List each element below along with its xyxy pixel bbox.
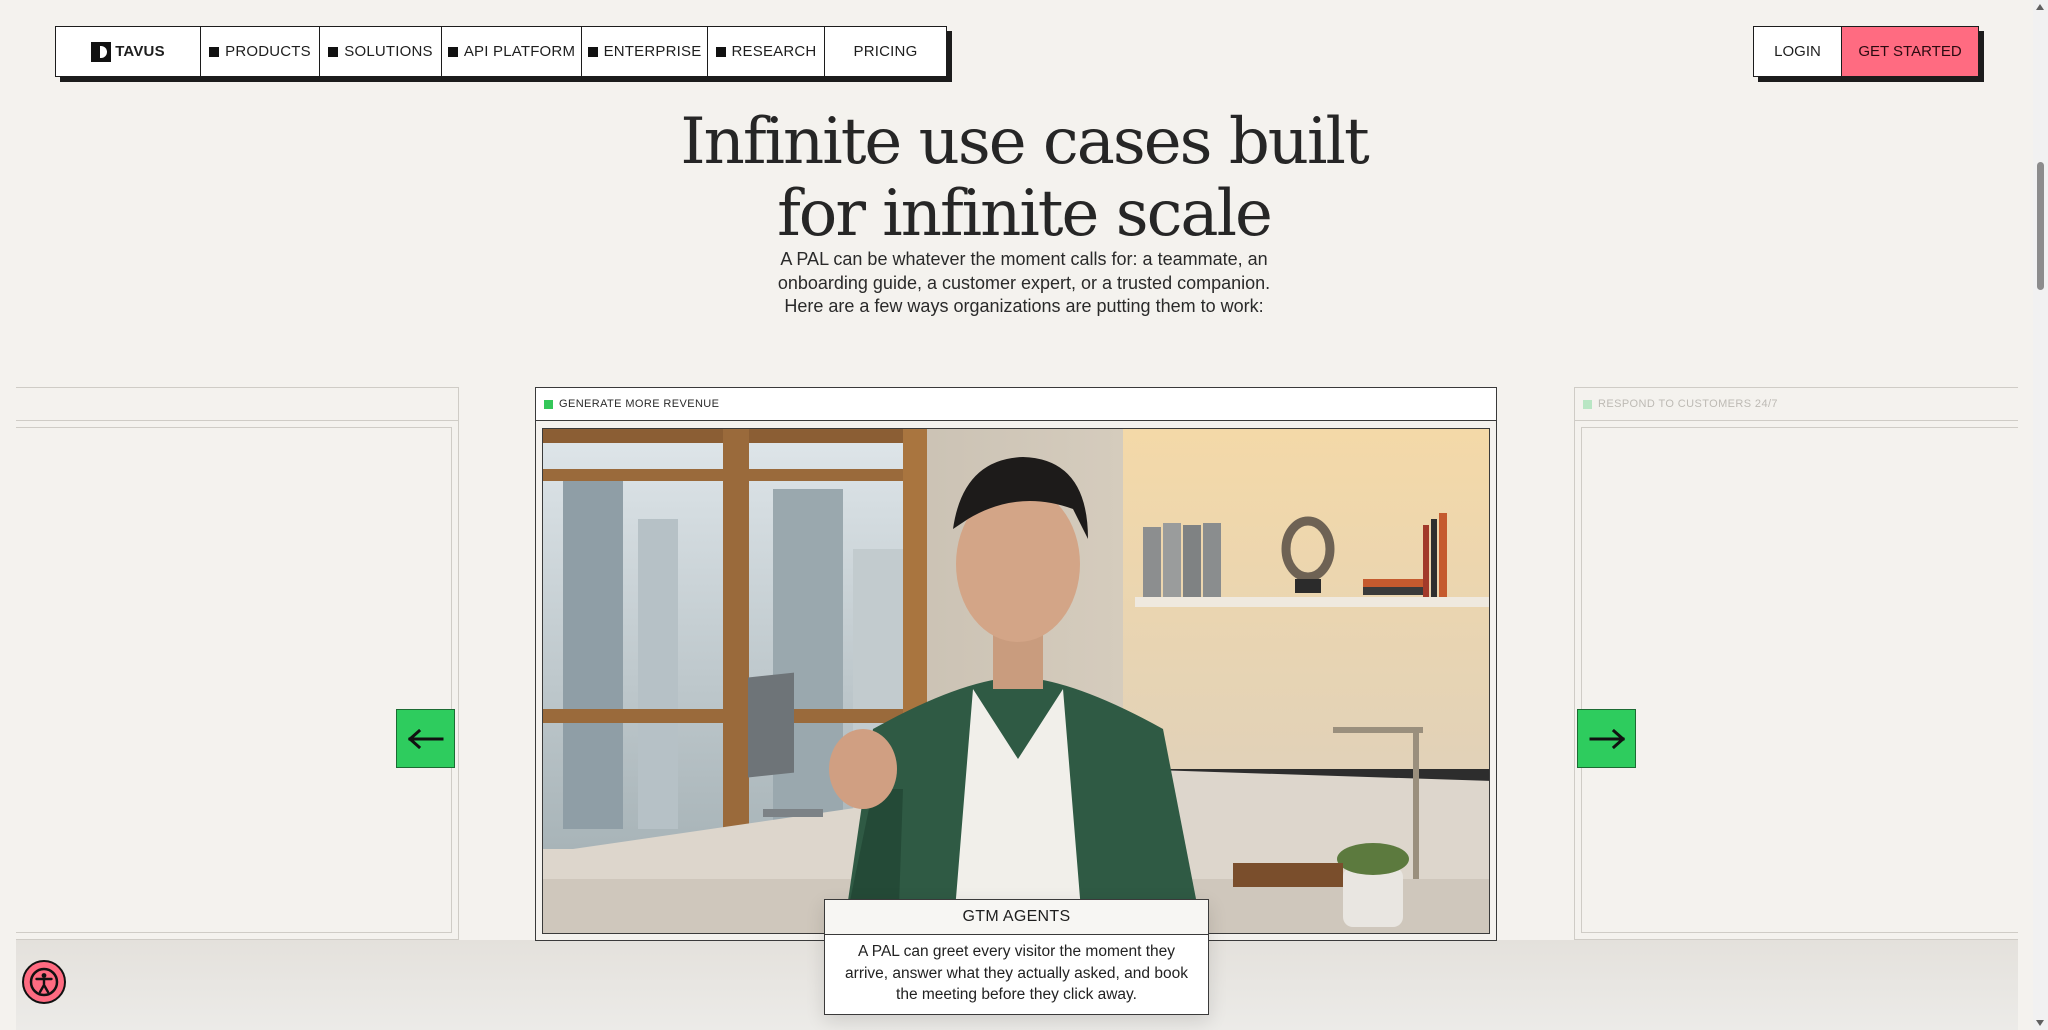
nav-item-label: ENTERPRISE [603, 43, 702, 60]
nav-item-api-platform[interactable]: API PLATFORM [442, 27, 582, 76]
login-button[interactable]: LOGIN [1754, 27, 1842, 76]
hero-title-line-2: for infinite scale [777, 177, 1273, 251]
get-started-button[interactable]: GET STARTED [1842, 27, 1978, 76]
card-header: GENERATE MORE REVENUE [536, 388, 1496, 421]
card-header [16, 388, 458, 421]
presenter-video[interactable] [542, 428, 1490, 934]
nav-item-research[interactable]: RESEARCH [708, 27, 825, 76]
scroll-down-icon[interactable] [2036, 1020, 2044, 1026]
card-media-placeholder [1581, 427, 2018, 933]
hero-title: Infinite use cases built for infinite sc… [0, 106, 2048, 250]
status-dot-icon [544, 399, 553, 409]
nav-item-pricing[interactable]: PRICING [825, 27, 946, 76]
arrow-right-icon [1589, 728, 1625, 749]
use-case-caption: GTM AGENTS A PAL can greet every visitor… [824, 899, 1209, 1015]
nav-item-label: PRICING [853, 43, 918, 60]
scrollbar-thumb[interactable] [2037, 162, 2044, 290]
nav-item-solutions[interactable]: SOLUTIONS [320, 27, 442, 76]
square-bullet-icon [209, 46, 220, 57]
carousel-card-active[interactable]: GENERATE MORE REVENUE [535, 387, 1497, 941]
card-tag: GENERATE MORE REVENUE [559, 398, 720, 410]
nav-item-label: API PLATFORM [463, 43, 576, 60]
status-dot-icon [1583, 399, 1592, 409]
nav-item-label: SOLUTIONS [344, 43, 433, 60]
card-media-placeholder [16, 427, 452, 933]
card-tag: RESPOND TO CUSTOMERS 24/7 [1598, 398, 1778, 410]
nav-item-label: RESEARCH [731, 43, 817, 60]
main-nav: TAVUS PRODUCTS SOLUTIONS API PLATFORM EN… [55, 26, 947, 77]
caption-body: A PAL can greet every visitor the moment… [845, 943, 1188, 1003]
square-bullet-icon [447, 46, 458, 57]
auth-buttons: LOGIN GET STARTED [1753, 26, 1979, 77]
office-scene-image [543, 429, 1489, 933]
nav-item-enterprise[interactable]: ENTERPRISE [582, 27, 708, 76]
square-bullet-icon [328, 46, 339, 57]
carousel-card-next[interactable]: RESPOND TO CUSTOMERS 24/7 [1574, 387, 2018, 940]
logo[interactable]: TAVUS [56, 27, 201, 76]
scroll-up-icon[interactable] [2036, 4, 2044, 10]
square-bullet-icon [715, 46, 726, 57]
logo-text: TAVUS [115, 43, 165, 60]
nav-item-label: PRODUCTS [225, 43, 311, 60]
carousel-prev-button[interactable] [396, 709, 455, 768]
carousel-card-previous[interactable] [16, 387, 459, 940]
nav-item-products[interactable]: PRODUCTS [201, 27, 320, 76]
accessibility-icon [29, 967, 59, 997]
page-scrollbar[interactable] [2033, 0, 2048, 1030]
arrow-left-icon [407, 728, 443, 749]
carousel-next-button[interactable] [1577, 709, 1636, 768]
hero-title-line-1: Infinite use cases built [680, 105, 1369, 179]
caption-title: GTM AGENTS [825, 900, 1208, 935]
hero-subtitle: A PAL can be whatever the moment calls f… [777, 249, 1271, 316]
accessibility-button[interactable] [22, 960, 66, 1004]
tavus-logo-icon [91, 41, 112, 62]
card-header: RESPOND TO CUSTOMERS 24/7 [1575, 388, 2018, 421]
square-bullet-icon [587, 46, 598, 57]
